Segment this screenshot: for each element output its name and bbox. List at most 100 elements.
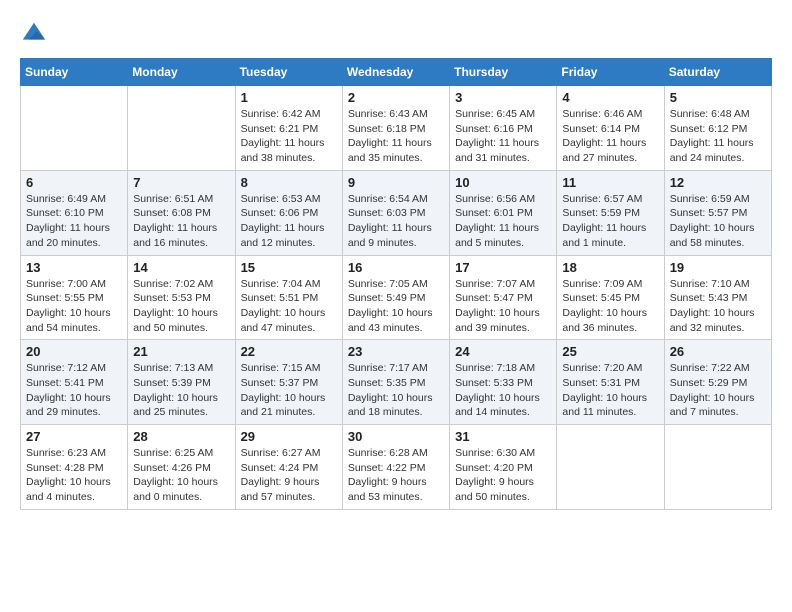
day-info: Sunrise: 6:59 AMSunset: 5:57 PMDaylight:… [670,192,766,251]
day-info: Sunrise: 6:53 AMSunset: 6:06 PMDaylight:… [241,192,337,251]
day-info: Sunrise: 6:23 AMSunset: 4:28 PMDaylight:… [26,446,122,505]
day-number: 2 [348,90,444,105]
day-header-tuesday: Tuesday [235,59,342,86]
day-info: Sunrise: 7:17 AMSunset: 5:35 PMDaylight:… [348,361,444,420]
day-info: Sunrise: 6:56 AMSunset: 6:01 PMDaylight:… [455,192,551,251]
calendar-cell [128,86,235,171]
day-number: 17 [455,260,551,275]
day-header-saturday: Saturday [664,59,771,86]
day-info: Sunrise: 6:27 AMSunset: 4:24 PMDaylight:… [241,446,337,505]
calendar-week-row: 27Sunrise: 6:23 AMSunset: 4:28 PMDayligh… [21,425,772,510]
calendar-cell: 19 Sunrise: 7:10 AMSunset: 5:43 PMDayligh… [664,255,771,340]
calendar-cell: 1 Sunrise: 6:42 AMSunset: 6:21 PMDaylight… [235,86,342,171]
day-info: Sunrise: 7:15 AMSunset: 5:37 PMDaylight:… [241,361,337,420]
calendar-cell: 2 Sunrise: 6:43 AMSunset: 6:18 PMDaylight… [342,86,449,171]
calendar-cell: 21Sunrise: 7:13 AMSunset: 5:39 PMDayligh… [128,340,235,425]
day-number: 10 [455,175,551,190]
calendar-cell: 6 Sunrise: 6:49 AMSunset: 6:10 PMDaylight… [21,170,128,255]
day-number: 28 [133,429,229,444]
day-number: 3 [455,90,551,105]
day-number: 12 [670,175,766,190]
calendar-cell: 24 Sunrise: 7:18 AMSunset: 5:33 PMDayligh… [450,340,557,425]
calendar-table: SundayMondayTuesdayWednesdayThursdayFrid… [20,58,772,510]
calendar-cell: 3 Sunrise: 6:45 AMSunset: 6:16 PMDaylight… [450,86,557,171]
day-info: Sunrise: 6:42 AMSunset: 6:21 PMDaylight:… [241,107,337,166]
calendar-week-row: 1 Sunrise: 6:42 AMSunset: 6:21 PMDaylight… [21,86,772,171]
page-header [20,20,772,48]
day-number: 13 [26,260,122,275]
day-info: Sunrise: 7:07 AMSunset: 5:47 PMDaylight:… [455,277,551,336]
calendar-cell: 11 Sunrise: 6:57 AMSunset: 5:59 PMDayligh… [557,170,664,255]
calendar-cell: 22 Sunrise: 7:15 AMSunset: 5:37 PMDayligh… [235,340,342,425]
day-info: Sunrise: 6:54 AMSunset: 6:03 PMDaylight:… [348,192,444,251]
day-info: Sunrise: 7:18 AMSunset: 5:33 PMDaylight:… [455,361,551,420]
calendar-cell: 20 Sunrise: 7:12 AMSunset: 5:41 PMDayligh… [21,340,128,425]
day-number: 11 [562,175,658,190]
day-number: 21 [133,344,229,359]
day-info: Sunrise: 7:22 AMSunset: 5:29 PMDaylight:… [670,361,766,420]
day-info: Sunrise: 7:09 AMSunset: 5:45 PMDaylight:… [562,277,658,336]
logo [20,20,52,48]
calendar-cell: 27Sunrise: 6:23 AMSunset: 4:28 PMDayligh… [21,425,128,510]
day-number: 14 [133,260,229,275]
day-info: Sunrise: 6:43 AMSunset: 6:18 PMDaylight:… [348,107,444,166]
calendar-week-row: 13 Sunrise: 7:00 AMSunset: 5:55 PMDayligh… [21,255,772,340]
day-info: Sunrise: 6:30 AMSunset: 4:20 PMDaylight:… [455,446,551,505]
day-number: 26 [670,344,766,359]
day-header-friday: Friday [557,59,664,86]
calendar-cell [664,425,771,510]
day-header-monday: Monday [128,59,235,86]
calendar-cell: 8 Sunrise: 6:53 AMSunset: 6:06 PMDaylight… [235,170,342,255]
calendar-cell: 31Sunrise: 6:30 AMSunset: 4:20 PMDayligh… [450,425,557,510]
calendar-cell: 17 Sunrise: 7:07 AMSunset: 5:47 PMDayligh… [450,255,557,340]
day-number: 16 [348,260,444,275]
calendar-cell: 7Sunrise: 6:51 AMSunset: 6:08 PMDaylight… [128,170,235,255]
day-number: 24 [455,344,551,359]
day-number: 7 [133,175,229,190]
day-number: 5 [670,90,766,105]
day-number: 25 [562,344,658,359]
day-info: Sunrise: 7:12 AMSunset: 5:41 PMDaylight:… [26,361,122,420]
calendar-cell: 4 Sunrise: 6:46 AMSunset: 6:14 PMDaylight… [557,86,664,171]
day-info: Sunrise: 7:20 AMSunset: 5:31 PMDaylight:… [562,361,658,420]
day-info: Sunrise: 6:45 AMSunset: 6:16 PMDaylight:… [455,107,551,166]
logo-icon [20,20,48,48]
day-header-wednesday: Wednesday [342,59,449,86]
day-number: 19 [670,260,766,275]
calendar-cell: 5Sunrise: 6:48 AMSunset: 6:12 PMDaylight… [664,86,771,171]
day-number: 9 [348,175,444,190]
day-header-sunday: Sunday [21,59,128,86]
calendar-cell: 30Sunrise: 6:28 AMSunset: 4:22 PMDayligh… [342,425,449,510]
day-number: 1 [241,90,337,105]
day-number: 29 [241,429,337,444]
day-info: Sunrise: 7:04 AMSunset: 5:51 PMDaylight:… [241,277,337,336]
calendar-cell: 28 Sunrise: 6:25 AMSunset: 4:26 PMDayligh… [128,425,235,510]
day-number: 22 [241,344,337,359]
calendar-cell: 16 Sunrise: 7:05 AMSunset: 5:49 PMDayligh… [342,255,449,340]
day-info: Sunrise: 6:57 AMSunset: 5:59 PMDaylight:… [562,192,658,251]
calendar-week-row: 6 Sunrise: 6:49 AMSunset: 6:10 PMDaylight… [21,170,772,255]
calendar-cell: 18 Sunrise: 7:09 AMSunset: 5:45 PMDayligh… [557,255,664,340]
day-number: 6 [26,175,122,190]
day-info: Sunrise: 7:10 AMSunset: 5:43 PMDaylight:… [670,277,766,336]
calendar-cell: 10 Sunrise: 6:56 AMSunset: 6:01 PMDayligh… [450,170,557,255]
calendar-week-row: 20 Sunrise: 7:12 AMSunset: 5:41 PMDayligh… [21,340,772,425]
calendar-cell [21,86,128,171]
day-info: Sunrise: 7:00 AMSunset: 5:55 PMDaylight:… [26,277,122,336]
calendar-cell: 29 Sunrise: 6:27 AMSunset: 4:24 PMDayligh… [235,425,342,510]
day-info: Sunrise: 6:28 AMSunset: 4:22 PMDaylight:… [348,446,444,505]
day-header-thursday: Thursday [450,59,557,86]
day-info: Sunrise: 6:25 AMSunset: 4:26 PMDaylight:… [133,446,229,505]
day-info: Sunrise: 7:02 AMSunset: 5:53 PMDaylight:… [133,277,229,336]
day-info: Sunrise: 6:46 AMSunset: 6:14 PMDaylight:… [562,107,658,166]
day-number: 18 [562,260,658,275]
day-info: Sunrise: 6:49 AMSunset: 6:10 PMDaylight:… [26,192,122,251]
calendar-cell: 14 Sunrise: 7:02 AMSunset: 5:53 PMDayligh… [128,255,235,340]
day-number: 15 [241,260,337,275]
day-info: Sunrise: 7:05 AMSunset: 5:49 PMDaylight:… [348,277,444,336]
day-number: 23 [348,344,444,359]
day-number: 8 [241,175,337,190]
day-number: 4 [562,90,658,105]
day-number: 20 [26,344,122,359]
calendar-cell: 13 Sunrise: 7:00 AMSunset: 5:55 PMDayligh… [21,255,128,340]
